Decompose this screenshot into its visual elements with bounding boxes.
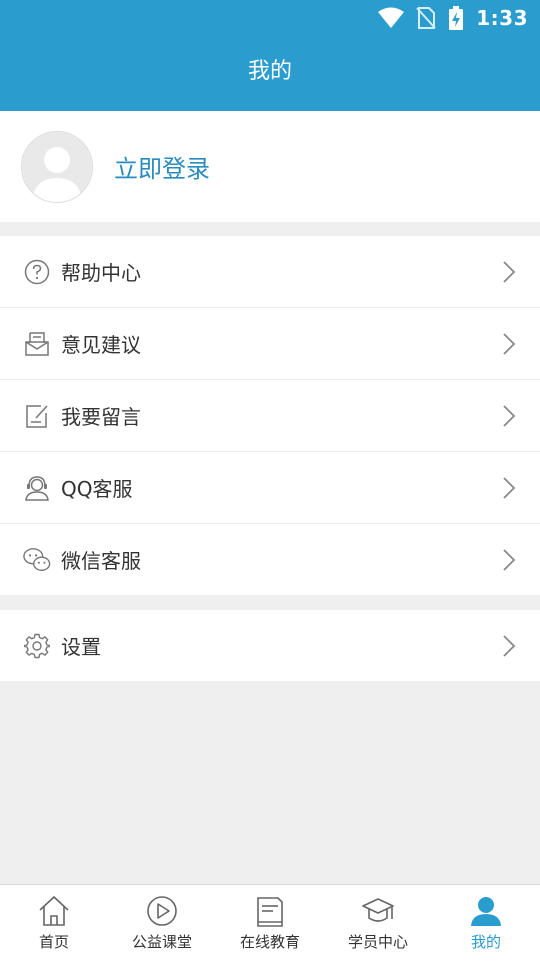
menu-group-support: 帮助中心 意见建议 我要留言 QQ客服 微信客服	[0, 236, 540, 595]
default-avatar-icon	[22, 131, 92, 202]
avatar[interactable]	[21, 130, 93, 203]
menu-item-settings[interactable]: 设置	[0, 610, 540, 681]
tab-label: 在线教育	[239, 933, 300, 951]
book-icon	[257, 897, 283, 927]
person-icon	[471, 897, 501, 926]
menu-item-leave-message[interactable]: 我要留言	[0, 380, 540, 452]
headset-support-icon	[23, 474, 51, 502]
no-sim-icon	[416, 6, 436, 30]
profile-card[interactable]: 立即登录	[0, 111, 540, 222]
home-icon	[39, 895, 69, 926]
tab-home[interactable]: 首页	[0, 885, 108, 961]
menu-item-help[interactable]: 帮助中心	[0, 236, 540, 308]
menu-label: 我要留言	[61, 405, 141, 429]
help-icon	[23, 258, 51, 286]
menu-label: 意见建议	[61, 333, 141, 357]
app-header: 1:33 我的	[0, 0, 540, 111]
battery-charging-icon	[448, 6, 464, 30]
tab-label: 学员中心	[347, 933, 408, 951]
chevron-right-icon	[503, 261, 516, 283]
page-title: 我的	[247, 59, 292, 84]
edit-note-icon	[23, 402, 51, 430]
menu-item-qq-service[interactable]: QQ客服	[0, 452, 540, 524]
menu-label: 微信客服	[61, 549, 141, 573]
menu-label: 帮助中心	[61, 261, 141, 285]
chevron-right-icon	[503, 477, 516, 499]
gear-icon	[23, 632, 51, 660]
tab-label: 我的	[470, 933, 501, 951]
tab-label: 公益课堂	[131, 933, 192, 951]
wifi-icon	[378, 7, 405, 29]
tab-public-class[interactable]: 公益课堂	[108, 885, 216, 961]
chevron-right-icon	[503, 549, 516, 571]
graduation-cap-icon	[362, 898, 394, 922]
tab-mine[interactable]: 我的	[432, 885, 540, 961]
play-circle-icon	[147, 896, 177, 926]
chevron-right-icon	[503, 405, 516, 427]
feedback-icon	[23, 330, 51, 358]
login-link[interactable]: 立即登录	[114, 149, 210, 184]
menu-item-wechat-service[interactable]: 微信客服	[0, 524, 540, 595]
status-time: 1:33	[476, 6, 528, 30]
status-bar: 1:33	[378, 6, 528, 30]
tab-online-education[interactable]: 在线教育	[216, 885, 324, 961]
tab-label: 首页	[38, 933, 69, 951]
wechat-icon	[23, 546, 51, 574]
menu-group-settings: 设置	[0, 610, 540, 681]
chevron-right-icon	[503, 635, 516, 657]
chevron-right-icon	[503, 333, 516, 355]
menu-label: QQ客服	[61, 477, 133, 501]
tab-student-center[interactable]: 学员中心	[324, 885, 432, 961]
bottom-tab-bar: 首页 公益课堂 在线教育 学员中心 我的	[0, 884, 540, 961]
menu-item-feedback[interactable]: 意见建议	[0, 308, 540, 380]
menu-label: 设置	[61, 635, 101, 659]
